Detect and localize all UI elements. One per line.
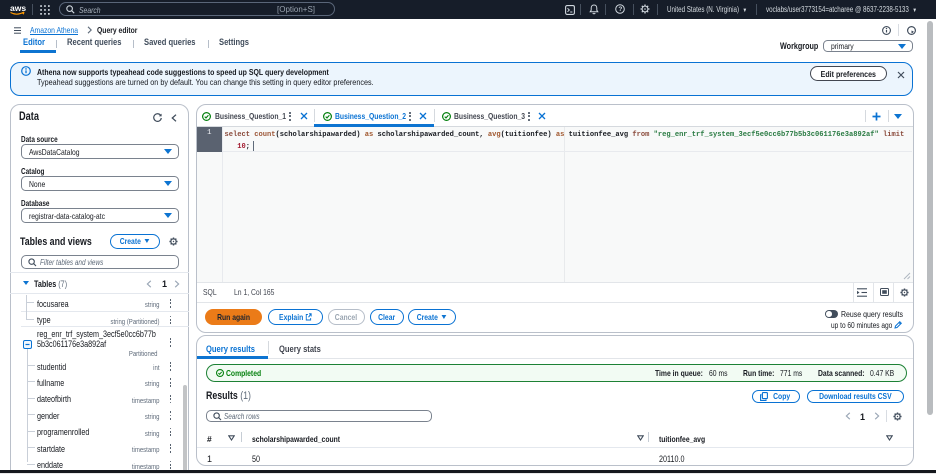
svg-text:?: ? [618,6,622,13]
svg-text:aws: aws [10,3,26,13]
